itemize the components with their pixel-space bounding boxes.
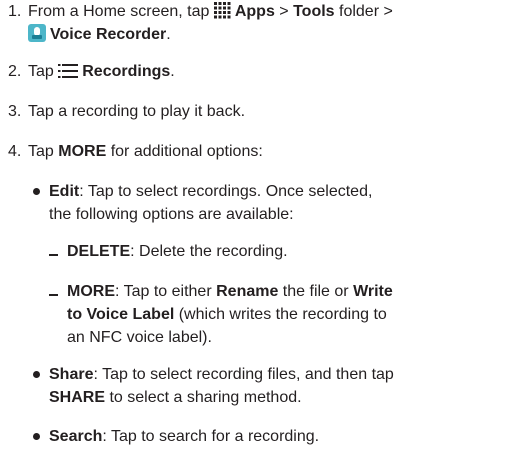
- step-number: 2.: [8, 63, 22, 80]
- option-text: : Delete the recording.: [130, 243, 288, 260]
- separator: folder >: [334, 3, 393, 20]
- tools-label: Tools: [293, 3, 335, 20]
- search-term: Search: [49, 428, 103, 445]
- option-text: : Tap to search for a recording.: [102, 428, 320, 445]
- option-text: an NFC voice label).: [67, 329, 212, 346]
- step-text: From a Home screen, tap: [28, 3, 214, 20]
- punctuation: .: [166, 26, 171, 43]
- step-text: Tap a recording to play it back.: [28, 103, 246, 120]
- rename-term: Rename: [216, 283, 279, 300]
- bullet-dot: [33, 371, 40, 378]
- bullet-dot: [33, 433, 40, 440]
- more-suboption-line-1: MORE: Tap to either Rename the file or W…: [67, 280, 393, 303]
- list-icon: [58, 63, 79, 86]
- delete-term: DELETE: [67, 243, 131, 260]
- more-suboption-line-3: an NFC voice label).: [67, 326, 212, 349]
- edit-option-line-1: Edit: Tap to select recordings. Once sel…: [49, 180, 372, 203]
- dash-marker: [49, 254, 58, 256]
- recordings-label: Recordings: [82, 63, 171, 80]
- option-text: : Tap to select recording files, and the…: [93, 366, 394, 383]
- voice-label-term: to Voice Label: [67, 306, 175, 323]
- step-number: 1.: [8, 3, 22, 20]
- option-text: to select a sharing method.: [105, 389, 302, 406]
- option-text: the following options are available:: [49, 206, 294, 223]
- share-option-line-1: Share: Tap to select recording files, an…: [49, 363, 394, 386]
- share-button-term: SHARE: [49, 389, 106, 406]
- option-text: : Tap to either: [115, 283, 217, 300]
- option-text: the file or: [278, 283, 354, 300]
- step-text: Tap: [28, 143, 59, 160]
- share-term: Share: [49, 366, 94, 383]
- step-4: 4. Tap MORE for additional options:: [8, 140, 263, 163]
- step-number: 4.: [8, 143, 22, 160]
- edit-option-line-2: the following options are available:: [49, 203, 294, 226]
- dash-marker: [49, 294, 58, 296]
- delete-suboption: DELETE: Delete the recording.: [67, 240, 288, 263]
- option-text: (which writes the recording to: [174, 306, 387, 323]
- share-option-line-2: SHARE to select a sharing method.: [49, 386, 302, 409]
- step-2: 2. Tap Recordings.: [8, 60, 175, 86]
- step-number: 3.: [8, 103, 22, 120]
- step-1-line-2: Voice Recorder.: [28, 23, 171, 49]
- more-suboption-line-2: to Voice Label (which writes the recordi…: [67, 303, 387, 326]
- option-text: : Tap to select recordings. Once selecte…: [79, 183, 373, 200]
- search-option: Search: Tap to search for a recording.: [49, 425, 319, 448]
- step-text: for additional options:: [106, 143, 263, 160]
- voice-recorder-label: Voice Recorder: [50, 26, 167, 43]
- bullet-dot: [33, 188, 40, 195]
- more-label: MORE: [58, 143, 107, 160]
- separator: >: [274, 3, 294, 20]
- punctuation: .: [170, 63, 175, 80]
- edit-term: Edit: [49, 183, 80, 200]
- step-text: Tap: [28, 63, 59, 80]
- voice-recorder-app-icon: [28, 24, 46, 49]
- write-term: Write: [353, 283, 393, 300]
- more-term: MORE: [67, 283, 115, 300]
- apps-grid-icon: [213, 2, 231, 26]
- apps-label: Apps: [234, 3, 275, 20]
- step-3: 3. Tap a recording to play it back.: [8, 100, 245, 123]
